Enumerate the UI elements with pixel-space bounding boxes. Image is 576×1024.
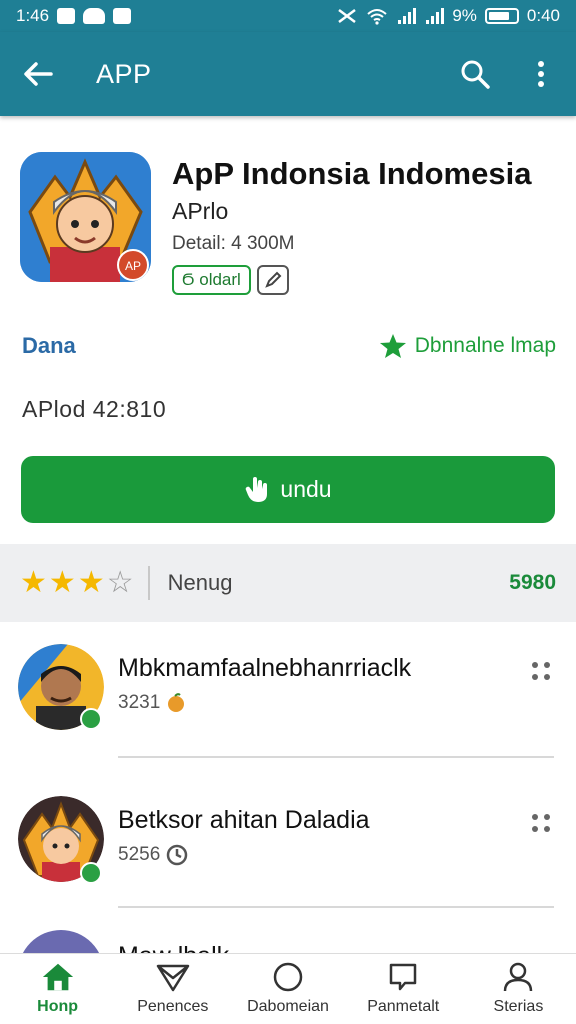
list-item[interactable]: Maw lbalk: [18, 930, 558, 953]
app-detail: Detail: 4 300M: [172, 233, 295, 254]
category-link[interactable]: Dana: [22, 333, 76, 359]
rating-stars: ★ ★ ★ ☆: [20, 568, 134, 598]
send-icon: [156, 964, 190, 992]
chat-icon: [389, 963, 417, 991]
nav-label: Sterias: [493, 998, 544, 1015]
nav-label: Dabomeian: [247, 998, 329, 1015]
rating-label: Nenug: [167, 570, 233, 595]
star-filled-icon: ★: [20, 566, 47, 599]
more-options-button[interactable]: [530, 660, 554, 682]
more-options-button[interactable]: [530, 812, 554, 834]
nav-label: Panmetalt: [367, 998, 440, 1015]
app-name: ApP Indonsia Indomesia: [172, 156, 532, 191]
app-icon: AP: [20, 152, 151, 282]
back-button[interactable]: [18, 54, 58, 94]
meta-row: Dana Dbnnalne lmap: [22, 330, 556, 362]
person-icon: [504, 962, 533, 992]
star-icon: [379, 334, 406, 358]
notification-icon: [113, 8, 132, 24]
age-rating-badge[interactable]: Ϭ oldarl: [172, 265, 251, 295]
signal-icon: [398, 8, 417, 24]
more-vert-icon: [538, 61, 544, 87]
divider: [118, 906, 554, 908]
signal-icon: [426, 8, 445, 24]
rating-count[interactable]: 5980: [509, 571, 556, 595]
battery-icon: [484, 8, 519, 24]
install-button[interactable]: undu: [21, 456, 555, 523]
search-button[interactable]: [458, 57, 492, 91]
nav-item-sterias[interactable]: Sterias: [461, 954, 576, 1024]
list-item[interactable]: Mbkmamfaalnebhanrriaclk 3231: [18, 644, 558, 736]
bottom-nav: Honp Penences Dabomeian Panmetalt Steria…: [0, 953, 576, 1024]
svg-text:AP: AP: [125, 259, 141, 273]
install-label: undu: [280, 476, 332, 502]
notification-icon: [83, 8, 106, 24]
editors-choice-link[interactable]: Dbnnalne lmap: [379, 333, 556, 359]
rating-band: ★ ★ ★ ☆ Nenug 5980: [0, 544, 576, 622]
hand-icon: [246, 476, 268, 502]
app-bar: APP: [0, 32, 576, 116]
status-bar: 1:46 9% 0:40: [0, 0, 576, 32]
mute-icon: [338, 9, 357, 23]
developer-name[interactable]: APrlo: [172, 198, 562, 225]
status-time: 1:46: [16, 6, 50, 25]
status-right-time: 0:40: [526, 6, 560, 25]
version-text: APlod 42:810: [22, 396, 167, 422]
review-count: 3231: [118, 692, 161, 713]
wifi-icon: [367, 9, 387, 25]
edit-button[interactable]: [256, 265, 289, 295]
nav-item-dabomeian[interactable]: Dabomeian: [230, 954, 345, 1024]
online-badge-icon: [80, 862, 102, 884]
star-filled-icon: ★: [48, 566, 76, 599]
nav-label: Penences: [137, 998, 209, 1015]
search-icon: [461, 60, 490, 89]
circle-icon: [273, 962, 303, 992]
star-outline-icon: ☆: [106, 566, 134, 599]
star-filled-icon: ★: [77, 566, 105, 599]
editors-choice-label: Dbnnalne lmap: [414, 334, 556, 357]
notification-icon: [57, 8, 76, 24]
online-badge-icon: [80, 708, 102, 730]
arrow-back-icon: [24, 62, 53, 86]
reviewer-name: Betksor ahitan Daladia: [118, 806, 370, 834]
reviewer-name: Maw lbalk: [118, 942, 229, 953]
edit-icon: [265, 271, 282, 288]
divider: [118, 756, 554, 758]
avatar: [18, 930, 104, 953]
nav-item-panmetalt[interactable]: Panmetalt: [346, 954, 461, 1024]
coin-icon: [168, 693, 185, 712]
nav-item-preferences[interactable]: Penences: [115, 954, 230, 1024]
review-count: 5256: [118, 844, 161, 865]
app-header: AP ApP Indonsia Indomesia APrlo Detail: …: [20, 152, 560, 312]
home-icon: [42, 963, 73, 991]
more-options-button[interactable]: [524, 57, 558, 91]
list-item[interactable]: Betksor ahitan Daladia 5256: [18, 796, 558, 888]
nav-item-home[interactable]: Honp: [0, 954, 115, 1024]
nav-label: Honp: [37, 998, 79, 1015]
divider: [147, 566, 150, 600]
reviewer-name: Mbkmamfaalnebhanrriaclk: [118, 654, 412, 682]
clock-icon: [167, 844, 188, 866]
app-bar-title: APP: [96, 58, 152, 89]
battery-percent: 9%: [452, 6, 477, 25]
app-logo-icon: AP: [20, 152, 151, 282]
